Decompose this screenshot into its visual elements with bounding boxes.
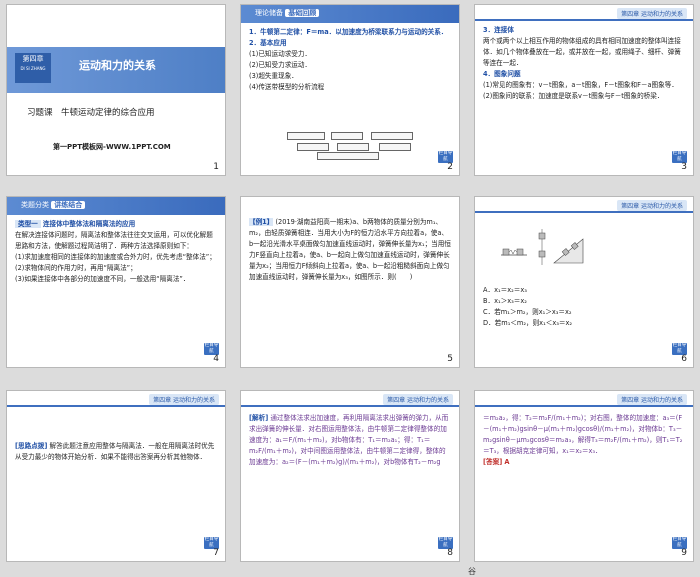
- option-d[interactable]: D．若m₁＜m₂，则x₁＜x₃＝x₂: [483, 318, 685, 329]
- section-header: 理论储备 基础回顾: [241, 5, 459, 23]
- header-rule: [475, 405, 693, 407]
- header-rule: [241, 405, 459, 407]
- slide-6[interactable]: 第四章 运动和力的关系 A．x₁＝x₂＝x₃ B．x₁＞x₃＝x₂ C．若m₁＞…: [474, 196, 694, 368]
- slide-4[interactable]: 类题分类 讲练结合 类型一 连接体中整体法和隔离法的应用 在解决连接体问题时，隔…: [6, 196, 226, 368]
- body-line: (1)求加速度相同的连接体的加速度或合外力时，优先考虑“整体法”；: [15, 253, 216, 261]
- body-line: (2)已知受力求运动．: [249, 61, 312, 69]
- body-line: 3．连接体: [483, 26, 514, 34]
- header-rule: [7, 405, 225, 407]
- slide-number: 6: [681, 354, 687, 364]
- slide-1[interactable]: 第四章 DI SI ZHANG 运动和力的关系 习题课 牛顿运动定律的综合应用 …: [6, 4, 226, 176]
- analysis-text: 通过整体法求出加速度，再利用隔离法求出弹簧的弹力，从而求出弹簧的伸长量．对右图运…: [249, 414, 449, 466]
- example-text: (2019·湖南益阳高一期末)a、b两物体的质量分别为m₁、m₂，由轻质弹簧相连…: [249, 218, 451, 281]
- slide-body: 类型一 连接体中整体法和隔离法的应用 在解决连接体问题时，隔离法和整体法往往交叉…: [15, 219, 217, 285]
- body-line: 1．牛顿第二定律：F＝ma．以加速度为桥梁联系力与运动的关系．: [249, 28, 448, 36]
- slide-9[interactable]: 第四章 运动和力的关系 ＝m₂a₂，得：T₂＝m₂F/(m₁＋m₂)；对右图，整…: [474, 390, 694, 562]
- conveyor-flow-diagram: [287, 132, 417, 160]
- section-title: 理论储备: [255, 9, 283, 17]
- type-label: 类型一: [15, 220, 41, 228]
- section-tag: 基础回顾: [285, 9, 320, 17]
- slide-body: 1．牛顿第二定律：F＝ma．以加速度为桥梁联系力与运动的关系． 2．基本应用 (…: [249, 27, 451, 93]
- section-title: 类题分类: [21, 201, 49, 209]
- body-line: (3)超失重现象．: [249, 72, 298, 80]
- section-tag: 讲练结合: [51, 201, 86, 209]
- slide-number: 5: [447, 354, 453, 364]
- chapter-label: 第四章: [22, 55, 44, 63]
- slide-body: [解析] 通过整体法求出加速度，再利用隔离法求出弹簧的弹力，从而求出弹簧的伸长量…: [249, 413, 451, 468]
- analysis-text: ＝m₂a₂，得：T₂＝m₂F/(m₁＋m₂)；对右图，整体的加速度：a₃＝(F－…: [483, 414, 683, 455]
- option-c[interactable]: C．若m₁＞m₂，则x₁＞x₃＝x₂: [483, 307, 685, 318]
- answer-label: [答案]: [483, 458, 503, 466]
- slide-body: ＝m₂a₂，得：T₂＝m₂F/(m₁＋m₂)；对右图，整体的加速度：a₃＝(F－…: [483, 413, 685, 468]
- body-line: (2)求物体间的作用力时，再用“隔离法”；: [15, 264, 137, 272]
- slide-number: 2: [447, 162, 453, 172]
- chapter-tag: 第四章 运动和力的关系: [383, 394, 453, 405]
- slide-7[interactable]: 第四章 运动和力的关系 [思路点拨] 解答此题注意应用整体与隔离法．一般在用隔离…: [6, 390, 226, 562]
- body-line: 4．图象问题: [483, 70, 521, 78]
- body-line: (4)传送带模型的分析流程: [249, 83, 325, 91]
- slide-number: 9: [681, 548, 687, 558]
- slide-5[interactable]: 【例1】 (2019·湖南益阳高一期末)a、b两物体的质量分别为m₁、m₂，由轻…: [240, 196, 460, 368]
- chapter-en-label: DI SI ZHANG: [20, 66, 46, 71]
- hint-label: [思路点拨]: [15, 442, 48, 450]
- header-rule: [475, 211, 693, 213]
- section-header: 类题分类 讲练结合: [7, 197, 225, 215]
- slide-body: 3．连接体 两个或两个以上相互作用的物体组成的具有相同加速度的整体叫连接体．如几…: [483, 25, 685, 102]
- slide-number: 8: [447, 548, 453, 558]
- slide-8[interactable]: 第四章 运动和力的关系 [解析] 通过整体法求出加速度，再利用隔离法求出弹簧的弹…: [240, 390, 460, 562]
- example-label: 【例1】: [249, 218, 274, 226]
- type-title: 连接体中整体法和隔离法的应用: [42, 220, 136, 228]
- body-line: (2)图象间的联系：加速度是联系v－t图象与F－t图象的桥梁．: [483, 92, 664, 100]
- answer-value: A: [504, 458, 510, 466]
- chapter-tag: 第四章 运动和力的关系: [617, 8, 687, 19]
- body-line: 2．基本应用: [249, 39, 287, 47]
- header-rule: [475, 19, 693, 21]
- slide-2[interactable]: 理论储备 基础回顾 1．牛顿第二定律：F＝ma．以加速度为桥梁联系力与运动的关系…: [240, 4, 460, 176]
- body-line: (3)如果连接体中各部分的加速度不同，一般选用“隔离法”．: [15, 275, 190, 283]
- chapter-tag: 第四章 运动和力的关系: [617, 200, 687, 211]
- slide-number: 3: [681, 162, 687, 172]
- slide-body: 【例1】 (2019·湖南益阳高一期末)a、b两物体的质量分别为m₁、m₂，由轻…: [249, 217, 451, 283]
- answer-options: A．x₁＝x₂＝x₃ B．x₁＞x₃＝x₂ C．若m₁＞m₂，则x₁＞x₃＝x₂…: [483, 285, 685, 329]
- slide-body: [思路点拨] 解答此题注意应用整体与隔离法．一般在用隔离法时优先从受力最少的物体…: [15, 441, 217, 463]
- website-link[interactable]: 第一PPT模板网-WWW.1PPT.COM: [53, 142, 171, 152]
- slide-number: 1: [213, 162, 219, 172]
- option-b[interactable]: B．x₁＞x₃＝x₂: [483, 296, 685, 307]
- analysis-label: [解析]: [249, 414, 269, 422]
- option-a[interactable]: A．x₁＝x₂＝x₃: [483, 285, 685, 296]
- slide-title: 运动和力的关系: [79, 59, 156, 72]
- chapter-badge: 第四章 DI SI ZHANG: [15, 53, 51, 83]
- chapter-tag: 第四章 运动和力的关系: [149, 394, 219, 405]
- spring-blocks-figure: [501, 229, 584, 265]
- footer-partial-text: 谷: [468, 567, 476, 576]
- body-line: 在解决连接体问题时，隔离法和整体法往往交叉运用，可以优化解题思路和方法，使解题过…: [15, 231, 213, 250]
- slide-number: 7: [213, 548, 219, 558]
- slide-number: 4: [213, 354, 219, 364]
- slide-3[interactable]: 第四章 运动和力的关系 3．连接体 两个或两个以上相互作用的物体组成的具有相同加…: [474, 4, 694, 176]
- body-line: (1)常见的图象有：v－t图象，a－t图象，F－t图象和F－a图象等．: [483, 81, 678, 89]
- body-line: (1)已知运动求受力．: [249, 50, 312, 58]
- slide-subtitle: 习题课 牛顿运动定律的综合应用: [27, 108, 155, 118]
- chapter-tag: 第四章 运动和力的关系: [617, 394, 687, 405]
- body-line: 两个或两个以上相互作用的物体组成的具有相同加速度的整体叫连接体．如几个物体叠放在…: [483, 37, 681, 67]
